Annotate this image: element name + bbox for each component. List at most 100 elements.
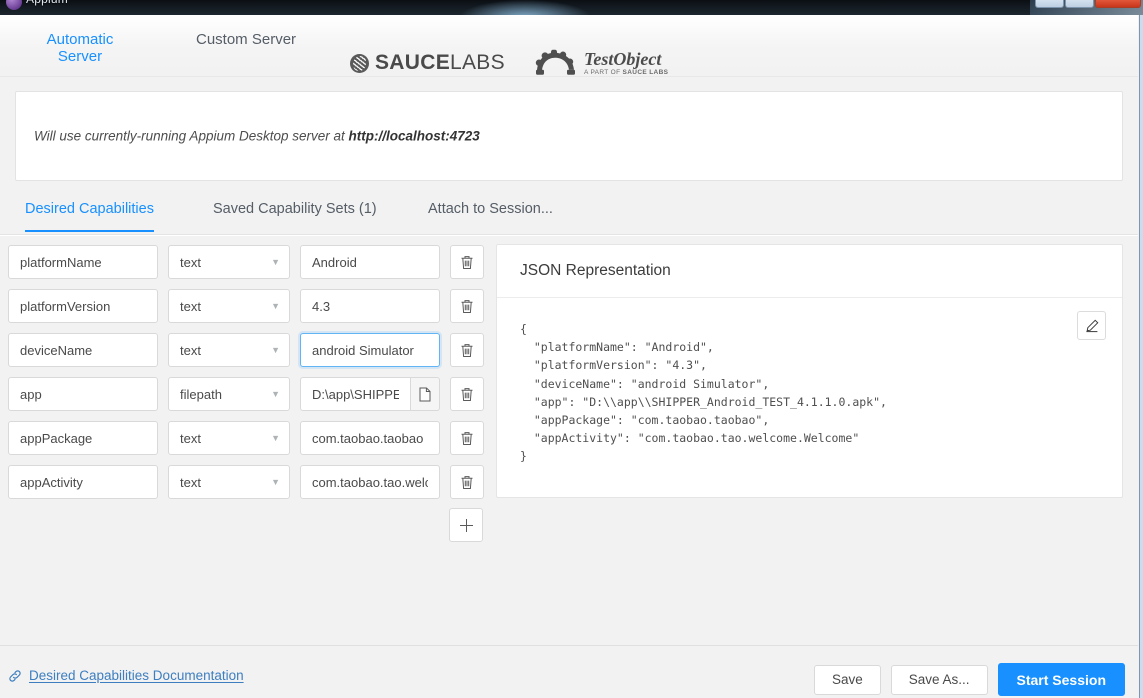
capability-value-input[interactable]: D:\app\SHIPPER_A — [300, 377, 410, 411]
tab-attach-to-session-label: Attach to Session... — [428, 201, 553, 217]
footer-toolbar: Desired Capabilities Documentation Save … — [0, 645, 1138, 698]
capability-value-input[interactable]: com.taobao.taobao — [300, 421, 440, 455]
add-capability-button[interactable] — [449, 508, 483, 542]
delete-capability-button[interactable] — [450, 289, 484, 323]
capability-value-input[interactable]: com.taobao.tao.welcom — [300, 465, 440, 499]
tab-desired-capabilities[interactable]: Desired Capabilities — [25, 201, 154, 232]
table-row: appActivity text ▼ com.taobao.tao.welcom — [8, 464, 490, 500]
save-button-label: Save — [831, 672, 863, 687]
capability-name-input[interactable]: appActivity — [8, 465, 158, 499]
capability-type-value: text — [180, 342, 201, 358]
tab-test-object[interactable]: TestObject A PART OF SAUCE LABS — [533, 50, 668, 77]
window-controls — [1035, 0, 1141, 8]
capability-filepath-group: D:\app\SHIPPER_A — [300, 377, 440, 411]
capability-type-select[interactable]: text ▼ — [168, 465, 290, 499]
json-panel-body: { "platformName": "Android", "platformVe… — [497, 298, 1122, 497]
chevron-down-icon: ▼ — [271, 476, 280, 487]
capability-tab-bar: Desired Capabilities Saved Capability Se… — [0, 190, 1138, 235]
trash-icon — [461, 343, 473, 357]
capability-name-input[interactable]: deviceName — [8, 333, 158, 367]
delete-capability-button[interactable] — [450, 245, 484, 279]
test-object-subtitle: A PART OF SAUCE LABS — [584, 68, 669, 77]
tab-saved-capability-sets[interactable]: Saved Capability Sets (1) — [213, 201, 377, 232]
chevron-down-icon: ▼ — [271, 300, 280, 311]
tab-sauce-labs[interactable]: SAUCELABS — [350, 51, 505, 75]
tab-custom-server[interactable]: Custom Server — [196, 31, 296, 64]
capability-value-text: 4.3 — [312, 298, 331, 314]
server-panel: Will use currently-running Appium Deskto… — [0, 77, 1138, 190]
capability-value-text: Android — [312, 254, 357, 270]
start-session-button[interactable]: Start Session — [997, 663, 1125, 696]
capability-name-value: platformName — [20, 254, 102, 270]
test-object-wordmark: TestObject A PART OF SAUCE LABS — [584, 50, 668, 77]
close-button[interactable] — [1095, 0, 1141, 8]
json-panel-title: JSON Representation — [497, 245, 1122, 298]
save-button[interactable]: Save — [813, 664, 881, 695]
tab-automatic-server[interactable]: Automatic Server — [25, 31, 135, 81]
start-session-button-label: Start Session — [1016, 671, 1106, 688]
edit-json-button[interactable] — [1077, 311, 1106, 340]
delete-capability-button[interactable] — [450, 465, 484, 499]
capability-name-input[interactable]: platformName — [8, 245, 158, 279]
save-as-button[interactable]: Save As... — [890, 664, 988, 695]
capability-type-select[interactable]: filepath ▼ — [168, 377, 290, 411]
file-icon — [419, 387, 431, 401]
capability-type-select[interactable]: text ▼ — [168, 289, 290, 323]
tab-saved-capability-sets-label: Saved Capability Sets (1) — [213, 201, 377, 217]
tab-desired-capabilities-label: Desired Capabilities — [25, 201, 154, 217]
pencil-icon — [1085, 319, 1098, 332]
choose-file-button[interactable] — [410, 377, 440, 411]
trash-icon — [461, 387, 473, 401]
chevron-down-icon: ▼ — [271, 388, 280, 399]
sauce-labs-light-text: LABS — [450, 51, 505, 74]
maximize-button[interactable] — [1065, 0, 1094, 8]
capability-name-input[interactable]: appPackage — [8, 421, 158, 455]
delete-capability-button[interactable] — [450, 421, 484, 455]
server-status-message: Will use currently-running Appium Deskto… — [34, 129, 480, 144]
window-right-edge — [1138, 15, 1143, 698]
link-icon — [9, 669, 21, 682]
table-row: platformName text ▼ Android — [8, 244, 490, 280]
capability-name-input[interactable]: app — [8, 377, 158, 411]
capability-value-input[interactable]: android Simulator — [300, 333, 440, 367]
tab-custom-server-label: Custom Server — [196, 31, 297, 48]
delete-capability-button[interactable] — [450, 377, 484, 411]
capability-value-text: android Simulator — [312, 342, 414, 358]
table-row: platformVersion text ▼ 4.3 — [8, 288, 490, 324]
minimize-button[interactable] — [1035, 0, 1064, 8]
tab-attach-to-session[interactable]: Attach to Session... — [428, 201, 553, 232]
test-object-icon — [533, 50, 577, 76]
server-status-url: http://localhost:4723 — [348, 128, 480, 144]
plus-icon — [459, 518, 473, 532]
json-representation-panel: JSON Representation { "platformName": "A… — [496, 244, 1123, 498]
sauce-labs-icon — [350, 53, 369, 73]
capability-name-value: app — [20, 386, 42, 402]
capability-value-text: D:\app\SHIPPER_A — [312, 386, 399, 402]
chevron-down-icon: ▼ — [271, 432, 280, 443]
test-object-subtitle-bold: SAUCE LABS — [622, 68, 669, 76]
capability-type-select[interactable]: text ▼ — [168, 245, 290, 279]
title-bar-glow — [460, 0, 590, 15]
table-row: appPackage text ▼ com.taobao.taobao — [8, 420, 490, 456]
appium-logo-icon — [6, 0, 22, 10]
json-content: { "platformName": "Android", "platformVe… — [520, 322, 887, 464]
capability-name-input[interactable]: platformVersion — [8, 289, 158, 323]
test-object-subtitle-prefix: A PART OF — [584, 68, 623, 76]
capability-type-select[interactable]: text ▼ — [168, 333, 290, 367]
test-object-title: TestObject — [584, 48, 662, 69]
window-title-bar: Appium — [0, 0, 1143, 15]
trash-icon — [461, 299, 473, 313]
delete-capability-button[interactable] — [450, 333, 484, 367]
documentation-link[interactable]: Desired Capabilities Documentation — [8, 668, 244, 683]
table-row: app filepath ▼ D:\app\SHIPPER_A — [8, 376, 490, 412]
sauce-labs-wordmark: SAUCELABS — [375, 51, 505, 75]
trash-icon — [461, 255, 473, 269]
capability-value-input[interactable]: Android — [300, 245, 440, 279]
capability-value-input[interactable]: 4.3 — [300, 289, 440, 323]
capabilities-editor: platformName text ▼ Android platformVers… — [8, 244, 490, 542]
capability-name-value: appActivity — [20, 474, 83, 490]
capability-type-select[interactable]: text ▼ — [168, 421, 290, 455]
capability-value-text: com.taobao.tao.welcom — [312, 474, 428, 490]
capability-type-value: filepath — [180, 386, 222, 402]
capability-type-value: text — [180, 474, 201, 490]
